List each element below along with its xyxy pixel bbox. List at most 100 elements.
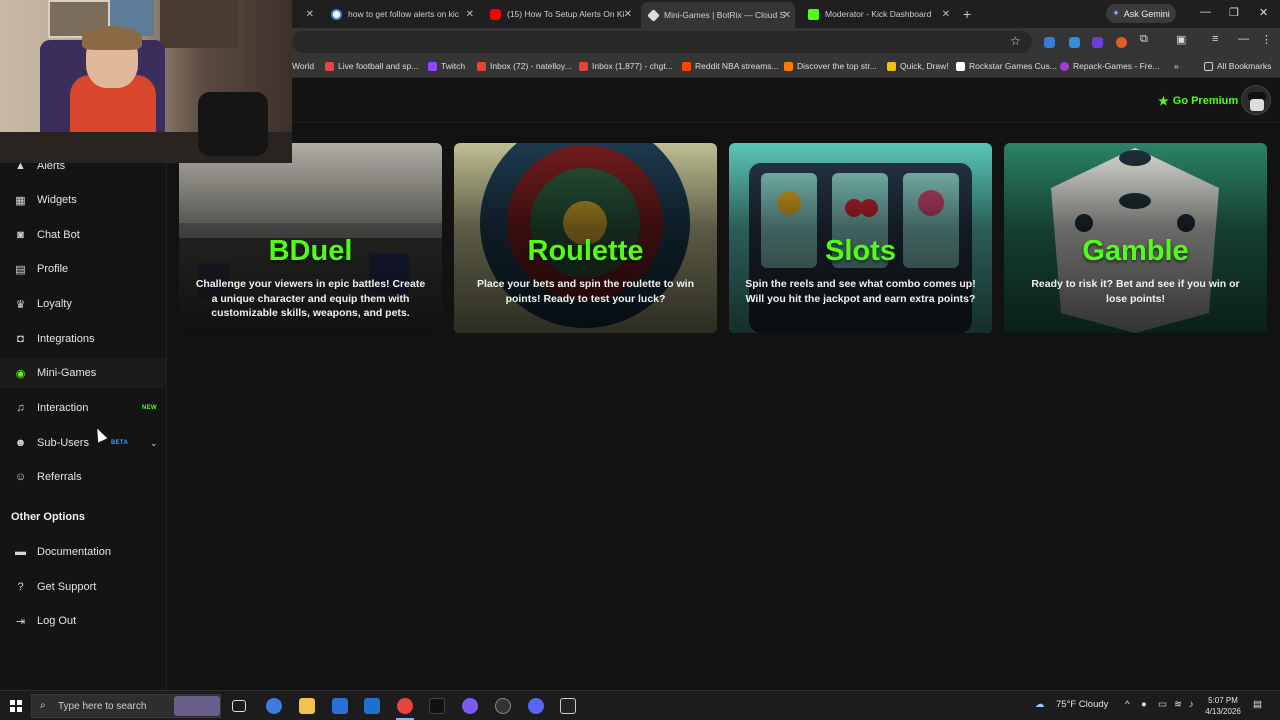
gmail-icon: [477, 61, 486, 71]
menu-icon[interactable]: ⋮: [1261, 33, 1272, 46]
extension-icon[interactable]: [1044, 37, 1055, 48]
sidebar-item-documentation[interactable]: ▬ Documentation: [0, 537, 166, 567]
chevron-up-icon[interactable]: ^: [1125, 699, 1129, 710]
task-view-icon[interactable]: [232, 700, 246, 712]
bookmark-item[interactable]: World: [292, 61, 314, 71]
restore-icon[interactable]: ❐: [1229, 6, 1239, 19]
obs-icon[interactable]: [429, 698, 445, 714]
extension-icon[interactable]: [1116, 37, 1127, 48]
sidebar-item-widgets[interactable]: ▦ Widgets: [0, 185, 166, 215]
extension-icon[interactable]: [1092, 37, 1103, 48]
sidebar-item-profile[interactable]: ▤ Profile: [0, 254, 166, 284]
close-icon[interactable]: ✕: [466, 9, 474, 20]
new-tab-icon[interactable]: +: [963, 6, 971, 22]
close-icon[interactable]: ✕: [624, 9, 632, 20]
referrals-icon: ☺: [14, 471, 27, 483]
bookmark-item[interactable]: Live football and sp...: [325, 61, 418, 71]
cloud-icon: ☁: [1035, 699, 1045, 710]
sidebar-item-log-out[interactable]: ⇥ Log Out: [0, 606, 166, 636]
chevron-down-icon[interactable]: ⌄: [150, 438, 158, 449]
game-description: Spin the reels and see what combo comes …: [745, 278, 976, 305]
minimize-icon[interactable]: —: [1200, 6, 1211, 18]
bookmark-item[interactable]: Quick, Draw!: [887, 61, 949, 71]
bookmark-icon: [784, 61, 793, 71]
store-icon[interactable]: [332, 698, 348, 714]
bookmark-item[interactable]: Inbox (1,877) - chgt...: [579, 61, 673, 71]
close-icon[interactable]: ✕: [306, 9, 314, 20]
wifi-icon[interactable]: ≋: [1174, 699, 1182, 710]
trophy-icon: ♛: [15, 298, 26, 311]
avatar[interactable]: [1241, 85, 1271, 115]
music-icon: ♫: [16, 402, 25, 414]
game-card-bduel[interactable]: BDuel Challenge your viewers in epic bat…: [179, 143, 442, 333]
extension-icon[interactable]: [1069, 37, 1080, 48]
ask-gemini-button[interactable]: ✦ Ask Gemini: [1106, 4, 1176, 23]
clock[interactable]: 5:07 PM 4/13/2026: [1202, 695, 1244, 717]
game-description: Ready to risk it? Bet and see if you win…: [1031, 278, 1240, 305]
bookmark-item[interactable]: Reddit NBA streams...: [682, 61, 779, 71]
youtube-icon: [490, 8, 501, 20]
gemini-icon: ✦: [1112, 8, 1120, 18]
app-icon[interactable]: [495, 698, 511, 714]
omnibox[interactable]: [292, 31, 1032, 53]
bookmark-item[interactable]: Twitch: [428, 61, 465, 71]
copilot-icon[interactable]: [266, 698, 282, 714]
close-icon[interactable]: ✕: [783, 10, 791, 21]
bookmark-item[interactable]: Inbox (72) - natelloy...: [477, 61, 572, 71]
game-card-slots[interactable]: Slots Spin the reels and see what combo …: [729, 143, 992, 333]
windows-start-icon[interactable]: [10, 700, 22, 712]
file-explorer-icon[interactable]: [299, 698, 315, 714]
side-panel-icon[interactable]: ▣: [1176, 33, 1186, 46]
tab-botrix-minigames[interactable]: Mini-Games | BotRix — Cloud S ✕: [641, 2, 795, 28]
bookmark-icon: [1060, 61, 1069, 71]
bookmark-item[interactable]: Repack-Games - Fre...: [1060, 61, 1159, 71]
mail-icon[interactable]: [364, 698, 380, 714]
media-icon[interactable]: ≡: [1212, 33, 1218, 45]
widgets-icon: ▦: [15, 194, 26, 207]
chrome-icon[interactable]: [397, 698, 413, 714]
game-title: BDuel: [268, 235, 353, 267]
volume-icon[interactable]: ♪: [1189, 699, 1194, 710]
logout-icon: ⇥: [15, 615, 26, 628]
tab-kick-dashboard[interactable]: Moderator - Kick Dashboard ✕: [808, 4, 950, 24]
more-bookmarks-icon[interactable]: »: [1174, 61, 1179, 71]
gamepad-icon: ◉: [15, 367, 26, 380]
tab-title: (15) How To Setup Alerts On Ki: [507, 9, 625, 19]
sidebar-item-sub-users[interactable]: ☻ Sub-Users BETA ⌄: [0, 428, 166, 458]
close-icon[interactable]: ✕: [942, 9, 950, 20]
game-title: Slots: [825, 235, 896, 267]
microphone-icon[interactable]: ●: [1141, 699, 1147, 710]
tab-youtube[interactable]: (15) How To Setup Alerts On Ki ✕: [490, 4, 632, 24]
sidebar-item-chat-bot[interactable]: ◙ Chat Bot: [0, 220, 166, 250]
sidebar: ▲ Alerts ▦ Widgets ◙ Chat Bot ▤ Profile …: [0, 123, 167, 690]
sidebar-item-referrals[interactable]: ☺ Referrals: [0, 462, 166, 492]
bookmark-item[interactable]: Discover the top str...: [784, 61, 877, 71]
tab-google-search[interactable]: how to get follow alerts on kic ✕: [331, 4, 474, 24]
all-bookmarks[interactable]: All Bookmarks: [1204, 61, 1271, 71]
notifications-icon[interactable]: ▤: [1253, 699, 1262, 710]
go-premium-button[interactable]: ★ Go Premium: [1158, 94, 1238, 108]
game-card-gamble[interactable]: Gamble Ready to risk it? Bet and see if …: [1004, 143, 1267, 333]
minimize-icon[interactable]: —: [1238, 33, 1249, 45]
robot-icon: ◙: [17, 229, 24, 241]
sidebar-item-interaction[interactable]: ♫ Interaction NEW: [0, 393, 166, 423]
extensions-puzzle-icon[interactable]: ⧉: [1140, 33, 1148, 46]
sidebar-item-integrations[interactable]: ◘ Integrations: [0, 324, 166, 354]
app-icon[interactable]: [462, 698, 478, 714]
weather-text[interactable]: 75°F Cloudy: [1056, 699, 1108, 710]
game-description: Challenge your viewers in epic battles! …: [195, 278, 426, 319]
bookmark-star-icon[interactable]: ☆: [1010, 34, 1021, 48]
discord-icon[interactable]: [528, 698, 544, 714]
webcam-overlay: [0, 0, 292, 163]
bookmark-icon: [325, 61, 334, 71]
pencil-icon: [887, 61, 896, 71]
battery-icon[interactable]: ▭: [1158, 699, 1167, 710]
game-card-roulette[interactable]: Roulette Place your bets and spin the ro…: [454, 143, 717, 333]
sidebar-item-mini-games[interactable]: ◉ Mini-Games: [0, 358, 166, 388]
close-window-icon[interactable]: ✕: [1259, 6, 1268, 19]
epic-games-icon[interactable]: [560, 698, 576, 714]
bookmark-item[interactable]: Rockstar Games Cus...: [956, 61, 1057, 71]
tab-partial[interactable]: ✕: [292, 4, 316, 24]
sidebar-item-loyalty[interactable]: ♛ Loyalty: [0, 289, 166, 319]
sidebar-item-get-support[interactable]: ? Get Support: [0, 572, 166, 602]
